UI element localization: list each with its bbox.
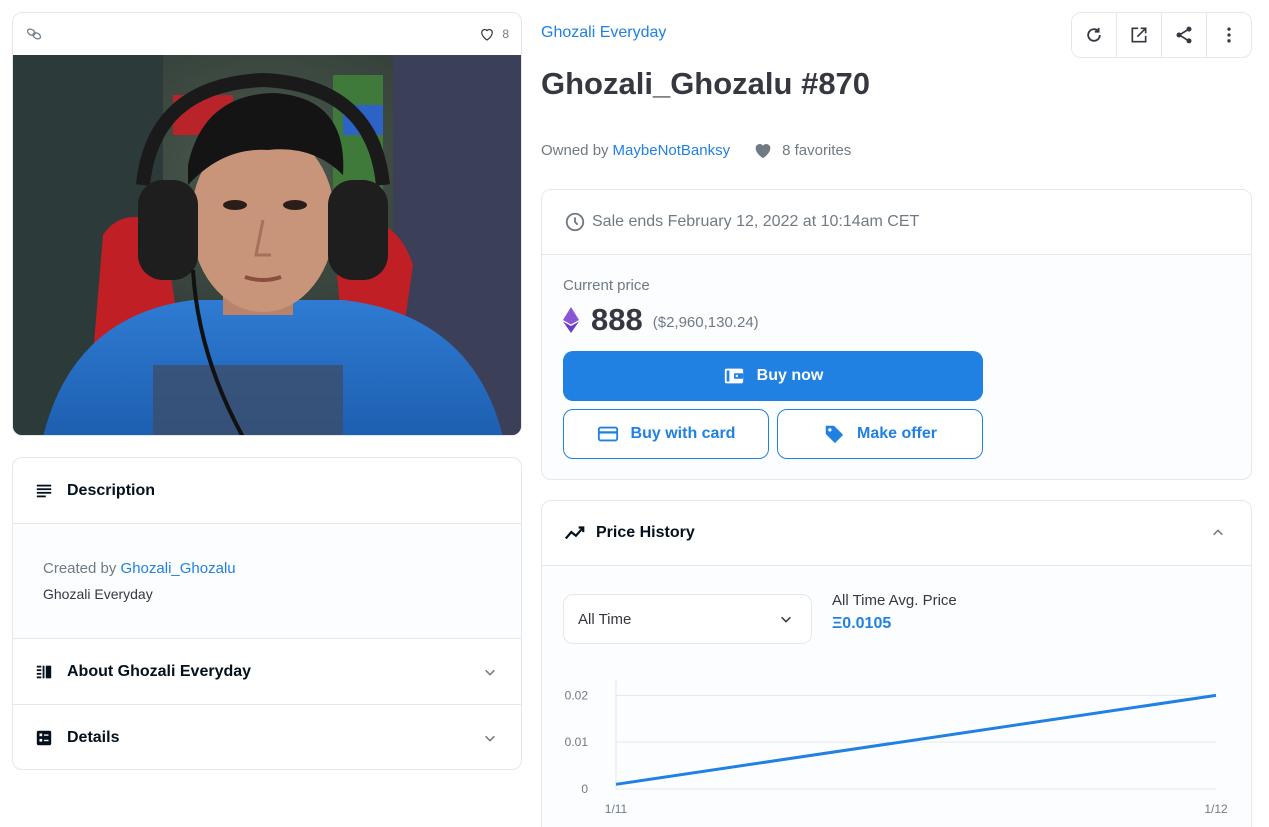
vertical-split-icon xyxy=(36,665,52,678)
sale-end-text: Sale ends February 12, 2022 at 10:14am C… xyxy=(592,213,920,230)
portrait-image xyxy=(13,55,521,435)
owner-row: Owned by MaybeNotBanksy 8 favorites xyxy=(541,139,851,161)
sale-end-header: Sale ends February 12, 2022 at 10:14am C… xyxy=(542,190,1251,255)
text-lines-icon xyxy=(36,484,52,497)
avg-price-value: Ξ0.0105 xyxy=(832,615,892,632)
refresh-button[interactable] xyxy=(1072,13,1117,57)
description-panel: Description Created by Ghozali_Ghozalu G… xyxy=(12,457,522,770)
heart-icon xyxy=(481,28,494,41)
description-heading: Description xyxy=(67,481,156,499)
collection-link[interactable]: Ghozali Everyday xyxy=(541,24,666,42)
buy-now-label: Buy now xyxy=(756,367,824,384)
buy-now-button[interactable]: Buy now xyxy=(563,351,983,401)
wallet-icon xyxy=(724,368,743,384)
item-toolbar xyxy=(1071,12,1252,58)
media-header: 8 xyxy=(13,13,521,55)
y-tick-label: 0.01 xyxy=(565,735,589,749)
more-options-button[interactable] xyxy=(1207,13,1251,57)
item-title: Ghozali_Ghozalu #870 xyxy=(541,66,871,101)
price-history-panel: Price History All Time All Time Avg. Pri… xyxy=(541,500,1252,827)
tag-icon xyxy=(825,425,844,444)
time-range-value: All Time xyxy=(578,610,632,628)
sale-panel: Sale ends February 12, 2022 at 10:14am C… xyxy=(541,189,1252,480)
share-button[interactable] xyxy=(1162,13,1207,57)
more-icon xyxy=(1227,27,1231,43)
nft-image[interactable] xyxy=(13,55,521,435)
about-collection-header[interactable]: About Ghozali Everyday xyxy=(13,639,521,704)
details-header[interactable]: Details xyxy=(13,705,521,769)
x-tick-label: 1/11 xyxy=(605,802,628,816)
favorite-count: 8 xyxy=(502,27,509,41)
refresh-icon xyxy=(1087,27,1101,42)
avg-price-label: All Time Avg. Price xyxy=(832,592,957,609)
about-heading: About Ghozali Everyday xyxy=(67,662,252,680)
media-card: 8 xyxy=(12,12,522,436)
price-value: 888 xyxy=(591,302,643,337)
trending-icon xyxy=(564,526,585,540)
buy-with-card-button[interactable]: Buy with card xyxy=(563,409,769,459)
credit-card-icon xyxy=(597,426,618,442)
price-series-line xyxy=(615,693,1217,786)
open-external-button[interactable] xyxy=(1117,13,1162,57)
clock-icon xyxy=(565,212,585,232)
link-icon xyxy=(26,28,42,40)
make-offer-button[interactable]: Make offer xyxy=(777,409,983,459)
chevron-up-icon xyxy=(1213,529,1223,536)
share-icon xyxy=(1176,26,1192,44)
price-history-header[interactable]: Price History xyxy=(542,501,1251,566)
chevron-down-icon xyxy=(781,616,791,623)
current-price-label: Current price xyxy=(563,277,650,294)
time-range-select[interactable]: All Time xyxy=(563,594,812,644)
heart-filled-icon xyxy=(755,144,771,159)
owner-link[interactable]: MaybeNotBanksy xyxy=(613,142,731,159)
price-history-heading: Price History xyxy=(596,524,695,541)
favorite-button[interactable]: 8 xyxy=(478,25,509,43)
price-usd: ($2,960,130.24) xyxy=(652,313,759,331)
price-row: 888 ($2,960,130.24) xyxy=(563,302,759,338)
details-heading: Details xyxy=(67,728,120,746)
y-tick-label: 0.02 xyxy=(565,688,589,702)
details-list-icon xyxy=(36,730,52,745)
y-tick-label: 0 xyxy=(581,782,588,796)
created-by-label: Created by xyxy=(43,560,117,577)
creator-link[interactable]: Ghozali_Ghozalu xyxy=(121,560,236,577)
x-tick-label: 1/12 xyxy=(1204,802,1228,816)
created-by-line: Created by Ghozali_Ghozalu xyxy=(43,560,491,577)
chevron-down-icon xyxy=(485,669,495,676)
owned-by-label: Owned by xyxy=(541,141,609,159)
make-offer-label: Make offer xyxy=(856,425,938,442)
ethereum-icon xyxy=(563,307,579,333)
buy-with-card-label: Buy with card xyxy=(630,425,736,442)
favorites-count: 8 favorites xyxy=(782,141,852,159)
description-body: Created by Ghozali_Ghozalu Ghozali Every… xyxy=(13,523,521,639)
price-history-chart: 0 0.01 0.02 1/11 1/12 xyxy=(565,680,1228,816)
description-text: Ghozali Everyday xyxy=(43,586,153,602)
chevron-down-icon xyxy=(485,735,495,742)
description-header[interactable]: Description xyxy=(13,458,521,523)
external-link-icon xyxy=(1131,27,1147,43)
